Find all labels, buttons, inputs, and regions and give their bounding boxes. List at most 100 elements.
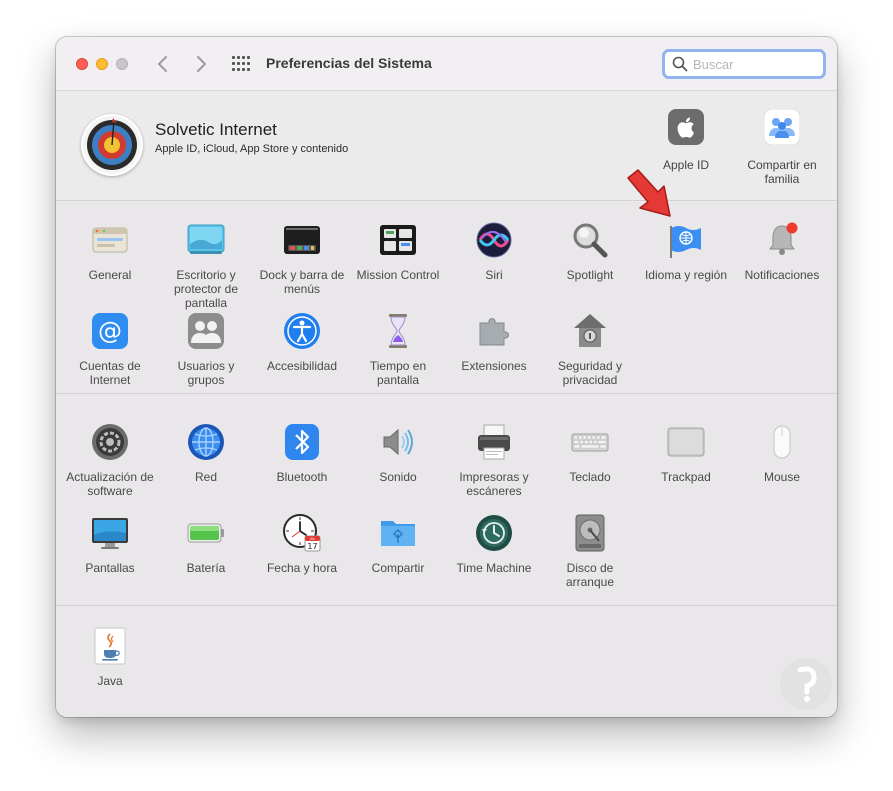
pref-battery[interactable]: Batería xyxy=(158,513,254,575)
pref-displays[interactable]: Pantallas xyxy=(62,513,158,575)
avatar[interactable] xyxy=(81,114,143,176)
pref-internet-accounts[interactable]: @ Cuentas de Internet xyxy=(62,311,158,387)
siri-icon xyxy=(476,222,512,258)
pref-trackpad[interactable]: Trackpad xyxy=(638,422,734,484)
security-icon xyxy=(574,314,606,347)
pref-mission-control[interactable]: Mission Control xyxy=(350,220,446,282)
sharing-icon xyxy=(381,521,415,546)
pref-time-machine[interactable]: Time Machine xyxy=(446,513,542,575)
pref-siri[interactable]: Siri xyxy=(446,220,542,282)
pref-label: Fecha y hora xyxy=(266,561,338,575)
pref-label: Idioma y región xyxy=(644,268,728,282)
search-input[interactable] xyxy=(693,54,819,74)
pref-label: Time Machine xyxy=(456,561,532,575)
pref-family-sharing[interactable]: Compartir en familia xyxy=(734,108,830,186)
pref-date-time[interactable]: JUL 17 Fecha y hora xyxy=(254,513,350,575)
pref-label: Disco de arranque xyxy=(565,561,615,589)
pref-label: Extensiones xyxy=(461,359,527,373)
pref-keyboard[interactable]: Teclado xyxy=(542,422,638,484)
window-title: Preferencias del Sistema xyxy=(266,55,432,71)
pref-label: Red xyxy=(194,470,217,484)
pref-label: Spotlight xyxy=(566,268,614,282)
chevron-right-icon xyxy=(197,56,206,72)
show-all-grid-icon[interactable] xyxy=(232,56,250,72)
pref-spotlight[interactable]: Spotlight xyxy=(542,220,638,282)
back-button[interactable] xyxy=(151,51,175,77)
date-time-icon: JUL 17 xyxy=(283,514,321,552)
internet-accounts-icon: @ xyxy=(92,313,128,349)
svg-text:@: @ xyxy=(98,317,122,345)
mission-control-icon xyxy=(380,225,416,255)
language-region-icon xyxy=(670,226,701,258)
pref-label: Teclado xyxy=(569,470,611,484)
dock-icon xyxy=(284,226,320,254)
pref-software-update[interactable]: Actualización de software xyxy=(62,422,158,498)
printer-icon xyxy=(478,424,510,460)
pref-label: General xyxy=(88,268,132,282)
minimize-button[interactable] xyxy=(96,58,108,70)
java-icon xyxy=(94,627,126,665)
preferences-section-hardware: Actualización de software Red Bluetooth xyxy=(56,394,837,606)
watermark-logo-icon xyxy=(780,658,832,710)
calendar-month: JUL xyxy=(309,537,316,541)
pref-language-region[interactable]: Idioma y región xyxy=(638,220,734,282)
pref-label: Tiempo en pantalla xyxy=(369,359,427,387)
pref-bluetooth[interactable]: Bluetooth xyxy=(254,422,350,484)
displays-icon xyxy=(92,518,128,549)
sound-icon xyxy=(383,428,413,456)
pref-general[interactable]: General xyxy=(62,220,158,282)
pref-label: Pantallas xyxy=(85,561,135,575)
extensions-icon xyxy=(479,318,509,346)
pref-screen-time[interactable]: Tiempo en pantalla xyxy=(350,311,446,387)
account-section: Solvetic Internet Apple ID, iCloud, App … xyxy=(56,92,837,201)
keyboard-icon xyxy=(571,433,609,452)
preferences-section-other: Java xyxy=(56,606,837,717)
accessibility-icon xyxy=(284,313,320,349)
pref-accessibility[interactable]: Accesibilidad xyxy=(254,311,350,373)
pref-label: Batería xyxy=(186,561,226,575)
pref-label: Usuarios y grupos xyxy=(177,359,235,387)
network-icon xyxy=(188,424,224,460)
startup-disk-icon xyxy=(575,514,605,552)
pref-printers-scanners[interactable]: Impresoras y escáneres xyxy=(446,422,542,498)
pref-apple-id[interactable]: Apple ID xyxy=(638,109,734,172)
pref-label: Impresoras y escáneres xyxy=(459,470,529,498)
pref-sound[interactable]: Sonido xyxy=(350,422,446,484)
close-button[interactable] xyxy=(76,58,88,70)
account-subtitle: Apple ID, iCloud, App Store y contenido xyxy=(155,143,349,155)
pref-mouse[interactable]: Mouse xyxy=(734,422,830,484)
battery-icon xyxy=(187,523,224,543)
pref-label: Dock y barra de menús xyxy=(259,268,345,296)
pref-extensions[interactable]: Extensiones xyxy=(446,311,542,373)
software-update-icon xyxy=(92,424,128,460)
search-icon xyxy=(672,56,688,72)
preferences-section-personal: General Escritorio y protector de pantal… xyxy=(56,202,837,394)
pref-dock-menubar[interactable]: Dock y barra de menús xyxy=(254,220,350,296)
pref-label: Siri xyxy=(485,268,503,282)
mouse-icon xyxy=(773,425,791,459)
screen-time-icon xyxy=(389,314,407,348)
pref-startup-disk[interactable]: Disco de arranque xyxy=(542,513,638,589)
pref-label: Compartir en familia xyxy=(747,158,817,186)
pref-java[interactable]: Java xyxy=(62,626,158,688)
system-preferences-window: Preferencias del Sistema Solvetic Intern… xyxy=(56,37,837,717)
title-bar: Preferencias del Sistema xyxy=(56,37,837,91)
pref-label: Mission Control xyxy=(356,268,440,282)
pref-sharing[interactable]: Compartir xyxy=(350,513,446,575)
bluetooth-icon xyxy=(285,424,319,460)
pref-desktop-screensaver[interactable]: Escritorio y protector de pantalla xyxy=(158,220,254,310)
pref-label: Sonido xyxy=(379,470,417,484)
pref-label: Compartir xyxy=(371,561,425,575)
pref-network[interactable]: Red xyxy=(158,422,254,484)
trackpad-icon xyxy=(667,427,705,457)
zoom-button[interactable] xyxy=(116,58,128,70)
forward-button[interactable] xyxy=(189,51,213,77)
pref-label: Escritorio y protector de pantalla xyxy=(173,268,239,310)
pref-users-groups[interactable]: Usuarios y grupos xyxy=(158,311,254,387)
search-field[interactable] xyxy=(662,49,826,79)
pref-label: Seguridad y privacidad xyxy=(557,359,623,387)
pref-security-privacy[interactable]: Seguridad y privacidad xyxy=(542,311,638,387)
pref-label: Notificaciones xyxy=(744,268,820,282)
account-name: Solvetic Internet xyxy=(155,120,277,139)
pref-notifications[interactable]: Notificaciones xyxy=(734,220,830,282)
